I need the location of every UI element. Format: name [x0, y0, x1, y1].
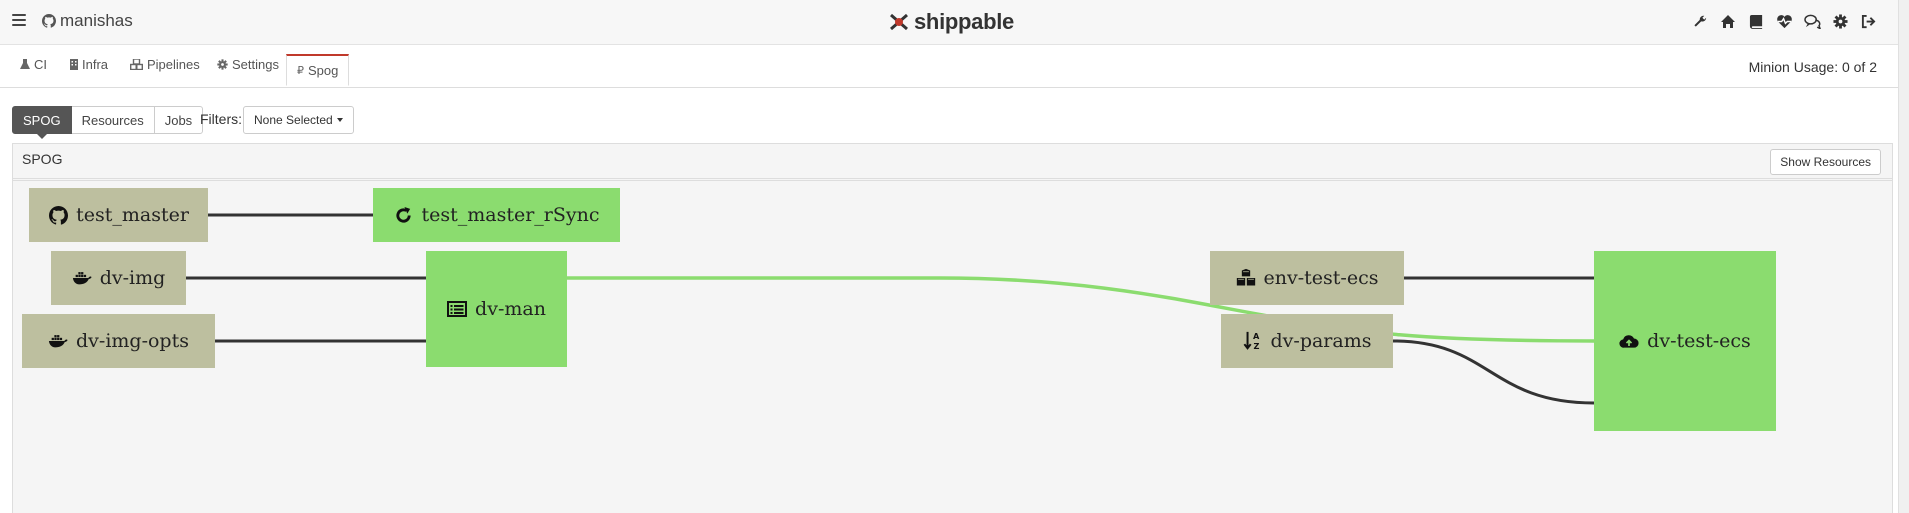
node-test_master_rSync[interactable]: test_master_rSync: [373, 188, 620, 242]
account-name[interactable]: manishas: [60, 11, 133, 31]
top-icon-bar: [1691, 12, 1877, 30]
svg-text:Z: Z: [1253, 341, 1259, 351]
view-resources-button[interactable]: Resources: [70, 106, 155, 134]
home-icon[interactable]: [1719, 12, 1737, 30]
main-nav: CI Infra Pipelines Settings ₽ Spog Minio…: [0, 45, 1909, 88]
book-icon[interactable]: [1747, 12, 1765, 30]
tab-pipelines-label: Pipelines: [147, 57, 200, 72]
node-label: env-test-ecs: [1263, 267, 1379, 289]
show-resources-button[interactable]: Show Resources: [1770, 149, 1881, 175]
wrench-icon[interactable]: [1691, 12, 1709, 30]
node-label: dv-img-opts: [76, 330, 189, 352]
filters-label: Filters:: [200, 111, 242, 127]
minion-usage: Minion Usage: 0 of 2: [1748, 59, 1877, 75]
node-label: test_master_rSync: [421, 204, 600, 226]
panel-header: SPOG Show Resources: [13, 144, 1892, 181]
node-label: dv-img: [99, 267, 166, 289]
docker-icon: [48, 331, 68, 351]
manifest-icon: [447, 299, 468, 319]
logo-text: shippable: [914, 9, 1014, 34]
page-scrollbar[interactable]: [1898, 0, 1909, 513]
node-dv-test-ecs[interactable]: dv-test-ecs: [1594, 251, 1776, 431]
cubes-icon: [130, 59, 143, 70]
node-label: dv-test-ecs: [1647, 330, 1751, 352]
node-dv-man[interactable]: dv-man: [426, 251, 567, 367]
shippable-logo-icon: [890, 13, 908, 31]
tab-infra-label: Infra: [82, 57, 109, 72]
node-label: test_master: [76, 204, 189, 226]
hamburger-menu-icon[interactable]: [12, 14, 26, 26]
view-spog-button[interactable]: SPOG: [12, 106, 72, 139]
tab-settings[interactable]: Settings: [217, 57, 279, 72]
gear-icon[interactable]: [1831, 12, 1849, 30]
node-test_master[interactable]: test_master: [29, 188, 208, 242]
node-env-test-ecs[interactable]: env-test-ecs: [1210, 251, 1404, 305]
building-icon: [70, 59, 78, 70]
tab-ci[interactable]: CI: [20, 57, 47, 72]
docker-icon: [72, 268, 92, 288]
tab-pipelines[interactable]: Pipelines: [130, 57, 200, 72]
sign-out-icon[interactable]: [1859, 12, 1877, 30]
tab-settings-label: Settings: [232, 57, 279, 72]
filters-dropdown[interactable]: None Selected: [243, 106, 354, 134]
svg-text:A: A: [1253, 331, 1260, 341]
cloud-upload-icon: [1619, 331, 1639, 351]
view-jobs-button[interactable]: Jobs: [153, 106, 204, 134]
filters-dropdown-value: None Selected: [254, 113, 333, 127]
heartbeat-icon[interactable]: [1775, 12, 1793, 30]
chat-icon[interactable]: [1803, 12, 1821, 30]
caret-down-icon: [336, 118, 343, 122]
sort-alpha-icon: AZ: [1243, 331, 1263, 351]
tab-spog-label: Spog: [308, 63, 339, 78]
node-label: dv-params: [1270, 330, 1372, 352]
github-icon: [42, 14, 56, 28]
paragraph-icon: ₽: [297, 65, 304, 77]
view-toggle-group: SPOG Resources Jobs: [12, 106, 204, 139]
tab-ci-label: CI: [34, 57, 47, 72]
node-label: dv-man: [475, 298, 546, 320]
gear-icon: [217, 59, 228, 70]
tab-infra[interactable]: Infra: [70, 57, 108, 72]
panel-title: SPOG: [22, 151, 63, 167]
node-dv-img[interactable]: dv-img: [51, 251, 186, 305]
github-icon: [48, 205, 68, 225]
refresh-icon: [393, 205, 413, 225]
shippable-logo[interactable]: shippable: [888, 9, 1014, 35]
node-dv-params[interactable]: AZ dv-params: [1221, 314, 1393, 368]
top-bar: manishas shippable: [0, 0, 1909, 45]
tab-spog[interactable]: ₽ Spog: [286, 54, 350, 86]
cubes-icon: [1236, 268, 1256, 288]
node-dv-img-opts[interactable]: dv-img-opts: [22, 314, 215, 368]
flask-icon: [20, 59, 30, 69]
